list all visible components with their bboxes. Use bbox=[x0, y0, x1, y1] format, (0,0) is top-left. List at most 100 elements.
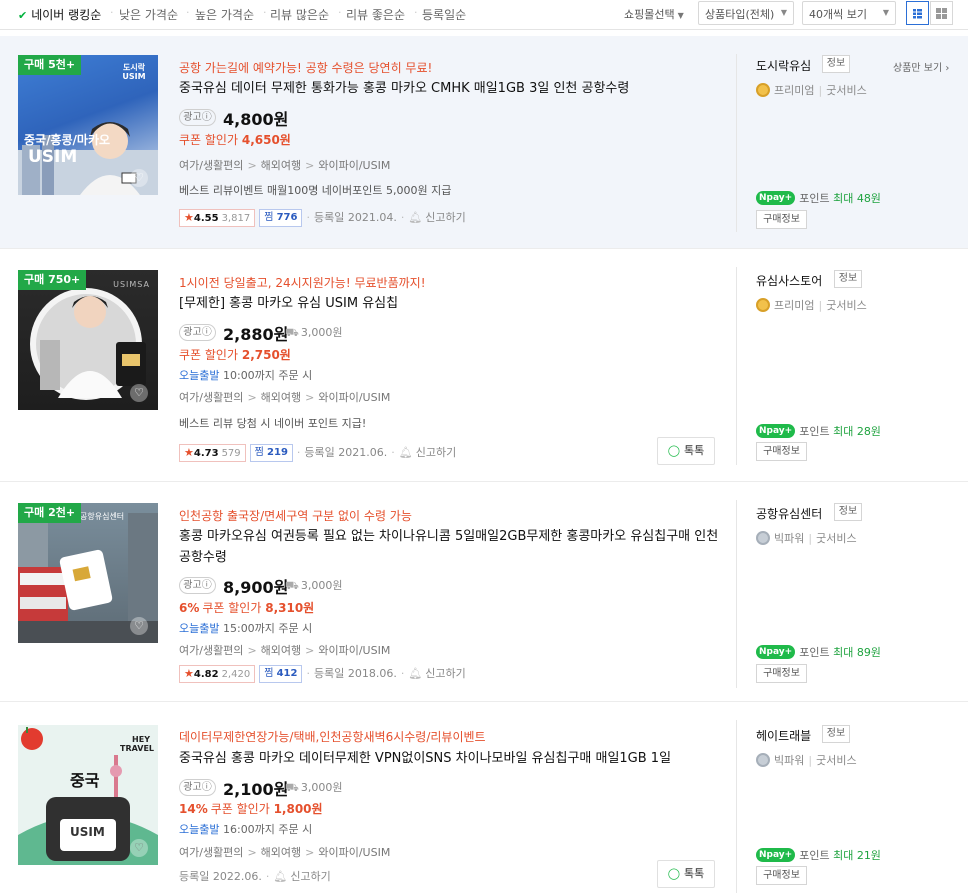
sort-low-price[interactable]: 낮은 가격순 bbox=[119, 6, 178, 23]
divider bbox=[736, 54, 737, 232]
mall-name[interactable]: 공항유심센터 bbox=[756, 505, 822, 522]
talktalk-button[interactable]: ◯ 톡톡 bbox=[657, 860, 715, 888]
sort-reg-date[interactable]: 등록일순 bbox=[422, 6, 466, 23]
star-icon: ★ bbox=[184, 446, 194, 459]
mall-name[interactable]: 헤이트래블 bbox=[756, 727, 811, 744]
heart-icon[interactable]: ♡ bbox=[130, 839, 148, 857]
bell-icon: 🔔︎ bbox=[398, 446, 413, 459]
category-level[interactable]: 여가/생활편의 bbox=[179, 644, 243, 657]
truck-icon: ⛟ bbox=[285, 781, 299, 794]
category-level[interactable]: 와이파이/USIM bbox=[318, 644, 390, 657]
mall-info-button[interactable]: 정보 bbox=[834, 503, 862, 521]
product-stats: 등록일 2022.06. · 🔔︎ 신고하기 bbox=[179, 870, 331, 883]
category-level[interactable]: 와이파이/USIM bbox=[318, 391, 390, 404]
product-title[interactable]: 중국유심 홍콩 마카오 데이터무제한 VPN없이SNS 차이나모바일 유심칩구매… bbox=[179, 748, 719, 769]
mall-select-label: 쇼핑몰선택 bbox=[624, 8, 675, 21]
product-title[interactable]: 홍콩 마카오유심 여권등록 필요 없는 차이나유니콤 5일매일2GB무제한 홍콩… bbox=[179, 526, 719, 568]
talktalk-button[interactable]: ◯ 톡톡 bbox=[657, 437, 715, 465]
rating-box[interactable]: ★4.73 579 bbox=[179, 444, 246, 462]
purchase-badge: 구매 5천+ bbox=[18, 55, 82, 75]
buy-info-button[interactable]: 구매정보 bbox=[756, 664, 807, 683]
report-link[interactable]: 🔔︎ 신고하기 bbox=[408, 211, 465, 224]
mall-name[interactable]: 도시락유심 bbox=[756, 57, 811, 74]
category-level[interactable]: 와이파이/USIM bbox=[318, 159, 390, 172]
category-level[interactable]: 해외여행 bbox=[261, 644, 301, 657]
chevron-down-icon: ▼ bbox=[677, 11, 684, 20]
mall-select[interactable]: 쇼핑몰선택 ▼ bbox=[624, 6, 684, 22]
point-label: 포인트 bbox=[799, 849, 830, 862]
rating-box[interactable]: ★4.55 3,817 bbox=[179, 209, 256, 227]
thumb-sub: USIM bbox=[28, 147, 78, 167]
reg-date: 등록일 2022.06. bbox=[179, 870, 262, 883]
service-label: 굿서비스 bbox=[826, 84, 867, 97]
zzim-box[interactable]: 찜 219 bbox=[249, 444, 293, 462]
product-type-dropdown[interactable]: 상품타입(전체) ▼ bbox=[698, 1, 794, 25]
thumb-brand: USIMSA bbox=[113, 280, 150, 289]
report-link[interactable]: 🔔︎ 신고하기 bbox=[273, 870, 330, 883]
product-thumbnail[interactable]: 중국 USIM HEY TRAVEL ♡ bbox=[18, 725, 158, 865]
zzim-box[interactable]: 찜 776 bbox=[259, 209, 303, 227]
shipping-fee: ⛟ 3,000원 bbox=[285, 577, 342, 594]
report-link[interactable]: 🔔︎ 신고하기 bbox=[399, 446, 456, 459]
product-thumbnail[interactable]: 공항유심센터 구매 2천+ ♡ bbox=[18, 503, 158, 643]
product-thumbnail[interactable]: USIMSA 구매 750+ ♡ bbox=[18, 270, 158, 410]
mall-info-button[interactable]: 정보 bbox=[822, 725, 850, 743]
sort-naver-ranking[interactable]: ✔ 네이버 랭킹순 bbox=[18, 6, 101, 23]
buy-info-button[interactable]: 구매정보 bbox=[756, 442, 807, 461]
per-page-dropdown[interactable]: 40개씩 보기 ▼ bbox=[802, 1, 896, 25]
buy-info-button[interactable]: 구매정보 bbox=[756, 210, 807, 229]
rating-box[interactable]: ★4.82 2,420 bbox=[179, 665, 256, 683]
reg-date: 등록일 2021.06. bbox=[304, 446, 388, 459]
sort-best-reviews[interactable]: 리뷰 좋은순 bbox=[346, 6, 405, 23]
sort-high-price[interactable]: 높은 가격순 bbox=[195, 6, 254, 23]
mall-name[interactable]: 유심사스토어 bbox=[756, 272, 822, 289]
ad-tag[interactable]: 광고ⓘ bbox=[179, 779, 216, 796]
product-price: 2,880원 bbox=[223, 325, 289, 344]
grade-label: 빅파워 bbox=[774, 754, 805, 767]
bell-icon: 🔔︎ bbox=[408, 667, 423, 680]
grid-view-button[interactable] bbox=[930, 1, 953, 25]
promo-text: 데이터무제한연장가능/택배,인천공항새벽6시수령/리뷰이벤트 bbox=[179, 730, 486, 744]
product-thumbnail[interactable]: 중국/홍콩/마카오 USIM 도시락 USIM 구매 5천+ ♡ bbox=[18, 55, 158, 195]
service-label: 굿서비스 bbox=[816, 532, 857, 545]
heart-icon[interactable]: ♡ bbox=[130, 384, 148, 402]
ad-tag[interactable]: 광고ⓘ bbox=[179, 324, 216, 341]
chevron-right-icon: > bbox=[247, 159, 257, 172]
category-level[interactable]: 해외여행 bbox=[261, 159, 301, 172]
purchase-badge: 구매 2천+ bbox=[18, 503, 82, 523]
sort-most-reviews[interactable]: 리뷰 많은순 bbox=[270, 6, 329, 23]
coupon-label: 쿠폰 할인가 bbox=[202, 601, 262, 615]
category-level[interactable]: 여가/생활편의 bbox=[179, 391, 243, 404]
heart-icon[interactable]: ♡ bbox=[130, 169, 148, 187]
list-view-button[interactable] bbox=[906, 1, 929, 25]
thumb-text: 중국/홍콩/마카오 bbox=[24, 133, 111, 147]
buy-info-button[interactable]: 구매정보 bbox=[756, 866, 807, 885]
category-level[interactable]: 여가/생활편의 bbox=[179, 846, 243, 859]
category-level[interactable]: 와이파이/USIM bbox=[318, 846, 390, 859]
product-stats: ★4.82 2,420 찜 412 · 등록일 2018.06. · 🔔︎ 신고하기 bbox=[179, 665, 466, 684]
coupon-value: 4,650원 bbox=[241, 133, 291, 147]
ad-tag[interactable]: 광고ⓘ bbox=[179, 109, 216, 126]
service-label: 굿서비스 bbox=[826, 299, 867, 312]
store-only-label: 상품만 보기 bbox=[893, 63, 943, 74]
mall-info-button[interactable]: 정보 bbox=[834, 270, 862, 288]
store-only-link[interactable]: 상품만 보기 › bbox=[893, 59, 949, 74]
truck-icon: ⛟ bbox=[285, 326, 299, 339]
zzim-box[interactable]: 찜 412 bbox=[259, 665, 303, 683]
heart-icon[interactable]: ♡ bbox=[130, 617, 148, 635]
product-title[interactable]: [무제한] 홍콩 마카오 유심 USIM 유심칩 bbox=[179, 293, 719, 314]
mall-info-button[interactable]: 정보 bbox=[822, 55, 850, 73]
ad-tag[interactable]: 광고ⓘ bbox=[179, 577, 216, 594]
product-title[interactable]: 중국유심 데이터 무제한 통화가능 홍콩 마카오 CMHK 매일1GB 3일 인… bbox=[179, 78, 719, 99]
category-level[interactable]: 여가/생활편의 bbox=[179, 159, 243, 172]
product-item: USIMSA 구매 750+ ♡ 1시이전 당일출고, 24시지원가능! 무료반… bbox=[0, 249, 968, 482]
npay-point: Npay+ 포인트 최대 48원 bbox=[756, 190, 881, 206]
bigpower-medal-icon bbox=[756, 753, 770, 767]
npay-logo-icon: Npay+ bbox=[756, 848, 796, 862]
category-level[interactable]: 해외여행 bbox=[261, 846, 301, 859]
service-label: 굿서비스 bbox=[816, 754, 857, 767]
coupon-price: 6% 쿠폰 할인가 8,310원 bbox=[179, 599, 314, 616]
category-level[interactable]: 해외여행 bbox=[261, 391, 301, 404]
mall-grade: 프리미엄 | 굿서비스 bbox=[756, 82, 867, 98]
report-link[interactable]: 🔔︎ 신고하기 bbox=[408, 667, 465, 680]
